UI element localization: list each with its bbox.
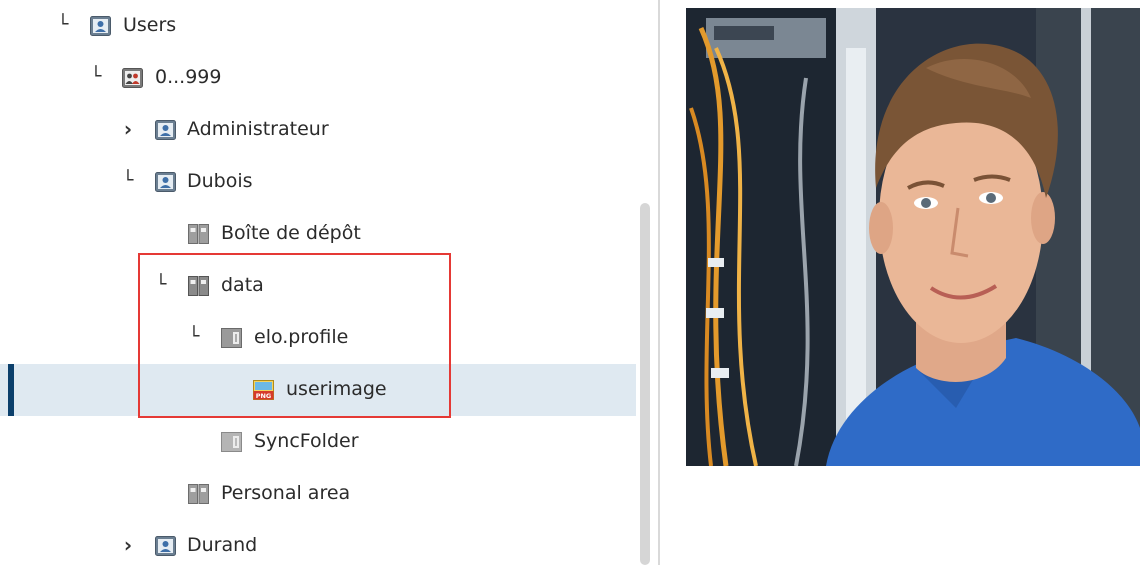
binder-icon [188, 224, 209, 244]
chevron-right-icon[interactable]: › [120, 118, 136, 140]
tree-item-label: Boîte de dépôt [221, 222, 361, 244]
user-folder-icon [155, 536, 176, 556]
tree-item-label: Administrateur [187, 118, 329, 140]
image-preview [686, 8, 1140, 466]
chevron-right-icon[interactable]: › [120, 534, 136, 556]
tree-scrollbar[interactable] [640, 203, 650, 565]
tree-item-administrateur[interactable]: › Administrateur [0, 104, 636, 156]
selection-marker [8, 364, 14, 416]
tree-item-label: 0...999 [155, 66, 222, 88]
expanded-toggle-icon[interactable]: └ [88, 66, 104, 88]
user-folder-icon [90, 16, 111, 36]
tree-item-durand[interactable]: › Durand [0, 520, 636, 572]
navigation-tree: └ Users └ 0...999 › Administrateur └ Dub… [0, 0, 655, 565]
user-group-folder-icon [122, 68, 143, 88]
tree-item-label: Personal area [221, 482, 351, 504]
tree-item-user-group[interactable]: └ 0...999 [0, 52, 636, 104]
user-folder-icon [155, 120, 176, 140]
tree-item-label: Users [123, 14, 177, 36]
tree-item-label: Dubois [187, 170, 253, 192]
expanded-toggle-icon[interactable]: └ [55, 14, 71, 36]
user-folder-icon [155, 172, 176, 192]
tree-item-users[interactable]: └ Users [0, 0, 636, 52]
tree-item-syncfolder[interactable]: SyncFolder [0, 416, 636, 468]
tree-item-label: Durand [187, 534, 258, 556]
tree-item-dubois[interactable]: └ Dubois [0, 156, 636, 208]
tree-item-label: SyncFolder [254, 430, 359, 452]
highlight-annotation-box [138, 253, 451, 418]
expanded-toggle-icon[interactable]: └ [120, 170, 136, 192]
tree-item-personal-area[interactable]: Personal area [0, 468, 636, 520]
panel-divider[interactable] [658, 0, 660, 565]
binder-icon [188, 484, 209, 504]
folder-icon [221, 432, 242, 452]
